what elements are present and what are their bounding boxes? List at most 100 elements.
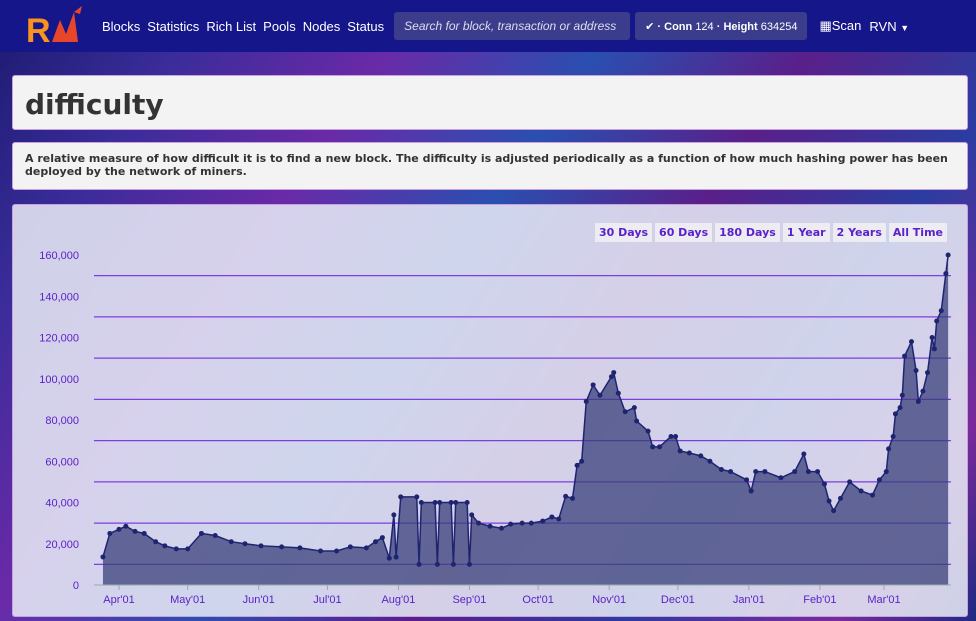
data-point[interactable] xyxy=(242,541,248,547)
data-point[interactable] xyxy=(870,492,876,498)
data-point[interactable] xyxy=(508,521,514,527)
data-point[interactable] xyxy=(258,543,264,549)
data-point[interactable] xyxy=(549,514,555,520)
data-point[interactable] xyxy=(563,493,569,499)
data-point[interactable] xyxy=(611,370,617,376)
data-point[interactable] xyxy=(100,554,106,560)
data-point[interactable] xyxy=(391,512,397,518)
data-point[interactable] xyxy=(414,494,420,500)
data-point[interactable] xyxy=(198,530,204,536)
data-point[interactable] xyxy=(686,450,692,456)
data-point[interactable] xyxy=(908,339,914,345)
data-point[interactable] xyxy=(945,252,951,258)
data-point[interactable] xyxy=(657,444,663,450)
data-point[interactable] xyxy=(450,561,456,567)
data-point[interactable] xyxy=(792,469,798,475)
data-point[interactable] xyxy=(707,458,713,464)
data-point[interactable] xyxy=(434,561,440,567)
data-point[interactable] xyxy=(890,434,896,439)
data-point[interactable] xyxy=(416,561,422,567)
data-point[interactable] xyxy=(347,544,353,550)
data-point[interactable] xyxy=(925,370,931,376)
data-point[interactable] xyxy=(899,392,905,398)
data-point[interactable] xyxy=(762,469,768,475)
data-point[interactable] xyxy=(373,539,379,545)
data-point[interactable] xyxy=(876,477,882,483)
data-point[interactable] xyxy=(132,528,138,534)
data-point[interactable] xyxy=(386,555,392,561)
nav-pools[interactable]: Pools xyxy=(263,19,296,34)
data-point[interactable] xyxy=(650,444,656,450)
range-180-days[interactable]: 180 Days xyxy=(715,223,780,242)
data-point[interactable] xyxy=(929,335,935,340)
data-point[interactable] xyxy=(753,469,759,475)
data-point[interactable] xyxy=(590,382,596,388)
currency-dropdown[interactable]: RVN ▼ xyxy=(869,19,909,34)
data-point[interactable] xyxy=(540,518,546,524)
nav-rich-list[interactable]: Rich List xyxy=(206,19,256,34)
data-point[interactable] xyxy=(173,546,179,552)
data-point[interactable] xyxy=(466,561,472,567)
data-point[interactable] xyxy=(645,428,651,434)
data-point[interactable] xyxy=(615,390,621,396)
search-input[interactable]: Search for block, transaction or address xyxy=(394,12,631,40)
range-30-days[interactable]: 30 Days xyxy=(594,223,653,242)
data-point[interactable] xyxy=(883,469,889,475)
data-point[interactable] xyxy=(432,500,438,505)
data-point[interactable] xyxy=(212,533,218,538)
data-point[interactable] xyxy=(718,467,724,472)
data-point[interactable] xyxy=(107,530,113,536)
data-point[interactable] xyxy=(579,458,585,464)
data-point[interactable] xyxy=(634,418,640,424)
range-1-year[interactable]: 1 Year xyxy=(782,223,830,242)
data-point[interactable] xyxy=(668,434,674,439)
data-point[interactable] xyxy=(334,548,340,554)
data-point[interactable] xyxy=(398,494,404,500)
nav-statistics[interactable]: Statistics xyxy=(147,19,199,34)
data-point[interactable] xyxy=(801,451,807,457)
data-point[interactable] xyxy=(499,525,504,531)
nav-blocks[interactable]: Blocks xyxy=(102,19,140,34)
data-point[interactable] xyxy=(418,500,424,505)
data-point[interactable] xyxy=(728,469,734,475)
data-point[interactable] xyxy=(123,523,129,529)
data-point[interactable] xyxy=(570,495,576,501)
data-point[interactable] xyxy=(744,477,750,483)
data-point[interactable] xyxy=(778,475,784,481)
data-point[interactable] xyxy=(831,508,837,514)
data-point[interactable] xyxy=(915,398,921,404)
data-point[interactable] xyxy=(938,308,944,314)
data-point[interactable] xyxy=(622,409,628,415)
data-point[interactable] xyxy=(815,469,821,475)
data-point[interactable] xyxy=(437,500,443,505)
data-point[interactable] xyxy=(162,543,168,549)
data-point[interactable] xyxy=(228,539,234,545)
data-point[interactable] xyxy=(393,554,399,560)
data-point[interactable] xyxy=(318,548,324,554)
data-point[interactable] xyxy=(519,520,525,526)
data-point[interactable] xyxy=(902,353,908,359)
data-point[interactable] xyxy=(934,318,940,324)
data-point[interactable] xyxy=(453,500,459,505)
range-60-days[interactable]: 60 Days xyxy=(655,223,713,242)
data-point[interactable] xyxy=(379,535,385,541)
scan-button[interactable]: ▦Scan xyxy=(819,18,861,34)
data-point[interactable] xyxy=(931,346,937,352)
data-point[interactable] xyxy=(897,405,903,411)
data-point[interactable] xyxy=(574,462,580,468)
data-point[interactable] xyxy=(297,545,303,551)
data-point[interactable] xyxy=(464,500,470,505)
nav-status[interactable]: Status xyxy=(347,19,384,34)
data-point[interactable] xyxy=(892,411,898,417)
data-point[interactable] xyxy=(583,398,589,404)
data-point[interactable] xyxy=(886,446,892,452)
data-point[interactable] xyxy=(748,488,754,494)
data-point[interactable] xyxy=(469,512,475,518)
data-point[interactable] xyxy=(943,271,949,277)
data-point[interactable] xyxy=(673,434,679,439)
data-point[interactable] xyxy=(141,530,147,536)
range-2-years[interactable]: 2 Years xyxy=(832,223,886,242)
data-point[interactable] xyxy=(920,388,926,394)
data-point[interactable] xyxy=(677,448,683,454)
data-point[interactable] xyxy=(597,392,603,398)
